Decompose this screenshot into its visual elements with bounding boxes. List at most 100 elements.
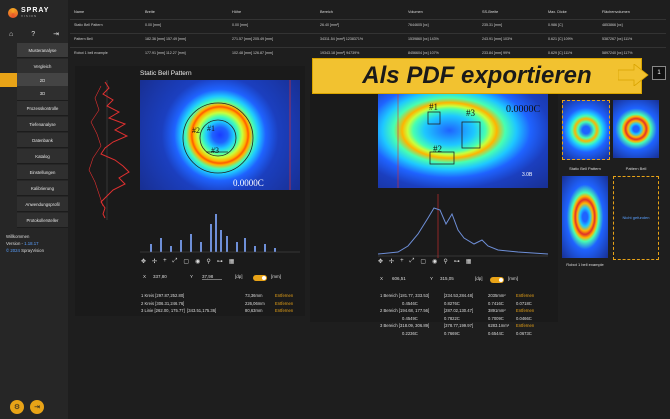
histogram (140, 214, 300, 253)
app-logo: SPRAY VISION (8, 6, 64, 20)
settings-round-button[interactable]: ⚙ (10, 400, 24, 414)
zoom-tool-icon[interactable]: ⚲ (443, 258, 447, 265)
table-row[interactable]: Static Bell Pattern 0.00 [mm] 0.00 [mm] … (70, 19, 666, 32)
cell: 235.31 [mm] (482, 23, 502, 27)
cell: 8456604 [xx] 107% (408, 51, 439, 55)
thumbnail-label: Static Bell Pattern (569, 166, 601, 171)
table-row[interactable]: Pattern Bell 182.36 [mm] 157.49 [mm] 271… (70, 33, 666, 46)
nav-musteranalyse[interactable]: Musteranalyse (17, 43, 68, 58)
nav-vergleich[interactable]: Vergleich (17, 59, 68, 74)
nav-anwendungsprofil[interactable]: Anwendungsprofil (17, 197, 68, 212)
results-table: Name Breite Höhe Bereich Volumen SS-Brei… (70, 4, 670, 64)
y-value[interactable]: 315,05 (440, 276, 454, 281)
rect-tool-icon[interactable]: ▢ (183, 258, 189, 265)
remove-link[interactable]: Entfernen (516, 322, 534, 330)
thumbnail-missing[interactable]: Nicht gefunden (613, 176, 659, 260)
export-pdf-button[interactable]: 1 (652, 66, 666, 80)
cell: 177.91 [mm] 112.27 [mm] (145, 51, 186, 55)
grid-tool-icon[interactable]: ▦ (229, 258, 235, 265)
version-number: 1.18.17 (24, 241, 39, 246)
col-header: SS-Breite (482, 10, 499, 14)
remove-link[interactable]: Entfernen (516, 307, 534, 315)
scale-value-right: 0.0000C (506, 104, 541, 115)
welcome-box: Willkommen Version - 1.18.17 © 2024 Spra… (6, 233, 44, 254)
stat-row: 1 Bereich [181.77, 333.53] (380, 293, 430, 298)
stat-row: 2 Kreis [306.31,246.76] (141, 300, 185, 306)
label-2: #2 (433, 144, 442, 154)
zoom-tool-icon[interactable]: ⚲ (206, 258, 210, 265)
left-analysis-panel: Static Bell Pattern #1 #2 #3 0.0000C ✥ ✢… (75, 66, 305, 316)
overlay-shapes (182, 80, 291, 190)
export-round-button[interactable]: ⇥ (30, 400, 44, 414)
unit-toggle[interactable] (253, 275, 267, 281)
nav-protokollersteller[interactable]: Protokollersteller (17, 213, 68, 228)
side-value: 3.0B (522, 172, 533, 178)
cell: 243.91 [mm] 103% (482, 37, 513, 41)
resize-tool-icon[interactable]: ⤢ (410, 258, 415, 265)
cell: Robot 1 bell example (74, 51, 108, 55)
pan-tool-icon[interactable]: ✥ (141, 258, 146, 265)
nav-prozesskontrolle[interactable]: Prozesskontrolle (17, 101, 68, 116)
unit-toggle[interactable] (490, 277, 504, 283)
logo-icon (8, 8, 18, 18)
right-stat-col2: [234.53,284.48] 0.8276C [287.02,130.47] 0.… (444, 293, 474, 336)
cell: 182.36 [mm] 157.49 [mm] (145, 37, 186, 41)
ruler-tool-icon[interactable]: ⊶ (217, 258, 223, 265)
target-tool-icon[interactable]: ◉ (432, 258, 437, 265)
thumbnail-label: Robot 1 bell example (566, 262, 604, 267)
target-tool-icon[interactable]: ◉ (195, 258, 200, 265)
pan-tool-icon[interactable]: ✥ (378, 258, 383, 265)
logout-icon[interactable]: ⇥ (53, 30, 59, 38)
y-value[interactable]: 37,98 (202, 274, 213, 279)
x-label: X (143, 274, 147, 279)
label-1: #1 (207, 124, 215, 133)
cell: 19343.18 [mm²] 94739% (320, 51, 360, 55)
nav-3d[interactable]: 3D (17, 86, 68, 101)
right-analysis-panel: #1 #2 #3 0.0000C 3.0B ✥ ✢ + ⤢ ▢ ◉ ⚲ ⊶ ▦ … (310, 92, 558, 322)
thumbnail-static-bell[interactable] (562, 100, 610, 160)
cell: 5897240 [xx] 117% (602, 51, 633, 55)
cell: 4853866 [xx] (602, 23, 623, 27)
rect-tool-icon[interactable]: ▢ (420, 258, 426, 265)
label-3: #3 (466, 108, 475, 118)
col-header: Max. Dicke (548, 10, 567, 14)
remove-link[interactable]: Entfernen (275, 307, 293, 315)
cell: Static Bell Pattern (74, 23, 103, 27)
cell: 5387267 [xx] 111% (602, 37, 633, 41)
nav-datenbank[interactable]: Datenbank (17, 133, 68, 148)
remove-link[interactable]: Entfernen (275, 292, 293, 300)
not-found-text: Nicht gefunden (622, 215, 650, 220)
ruler-tool-icon[interactable]: ⊶ (454, 258, 460, 265)
remove-link[interactable]: Entfernen (275, 300, 293, 308)
x-value[interactable]: 606,51 (392, 276, 406, 281)
nav-tiefenanalyse[interactable]: Tiefenanalyse (17, 117, 68, 132)
version-label: Version - (6, 241, 23, 246)
col-header: Name (74, 10, 85, 14)
move-tool-icon[interactable]: ✢ (389, 258, 394, 265)
resize-tool-icon[interactable]: ⤢ (173, 258, 178, 265)
right-stats: 1 Bereich [181.77, 333.53] 0.4546C 2 Ber… (380, 292, 429, 337)
nav-katalog[interactable]: Katalog (17, 149, 68, 164)
col-header: Volumen (408, 10, 423, 14)
thumbnail-robot-bell[interactable] (562, 176, 608, 258)
remove-link[interactable]: Entfernen (516, 292, 534, 300)
help-icon[interactable]: ? (31, 31, 35, 38)
nav-einstellungen[interactable]: Einstellungen (17, 165, 68, 180)
y-label: Y (190, 274, 194, 279)
home-icon[interactable]: ⌂ (9, 31, 13, 38)
nav-kalibrierung[interactable]: Kalibrierung (17, 181, 68, 196)
tool-bar-right: ✥ ✢ + ⤢ ▢ ◉ ⚲ ⊶ ▦ (378, 258, 471, 265)
add-tool-icon[interactable]: + (163, 258, 167, 265)
move-tool-icon[interactable]: ✢ (152, 258, 157, 265)
cell: 1539860 [xx] 143% (408, 37, 439, 41)
scale-value: 0.0000C (233, 178, 264, 188)
add-tool-icon[interactable]: + (400, 258, 404, 265)
thumbnail-pattern-bell[interactable] (613, 100, 659, 158)
left-stat-values: 73,36mm 226,06mm 80,63mm (245, 292, 265, 315)
cell: 26.40 [mm²] (320, 23, 340, 27)
cell: 34311.54 [mm²] 1238371% (320, 37, 364, 41)
grid-tool-icon[interactable]: ▦ (466, 258, 472, 265)
copyright-year: © 2024 (6, 248, 20, 253)
sidebar: SPRAY VISION ⌂ ? ⇥ Musteranalyse Verglei… (0, 0, 68, 419)
x-value[interactable]: 337,80 (153, 274, 167, 279)
